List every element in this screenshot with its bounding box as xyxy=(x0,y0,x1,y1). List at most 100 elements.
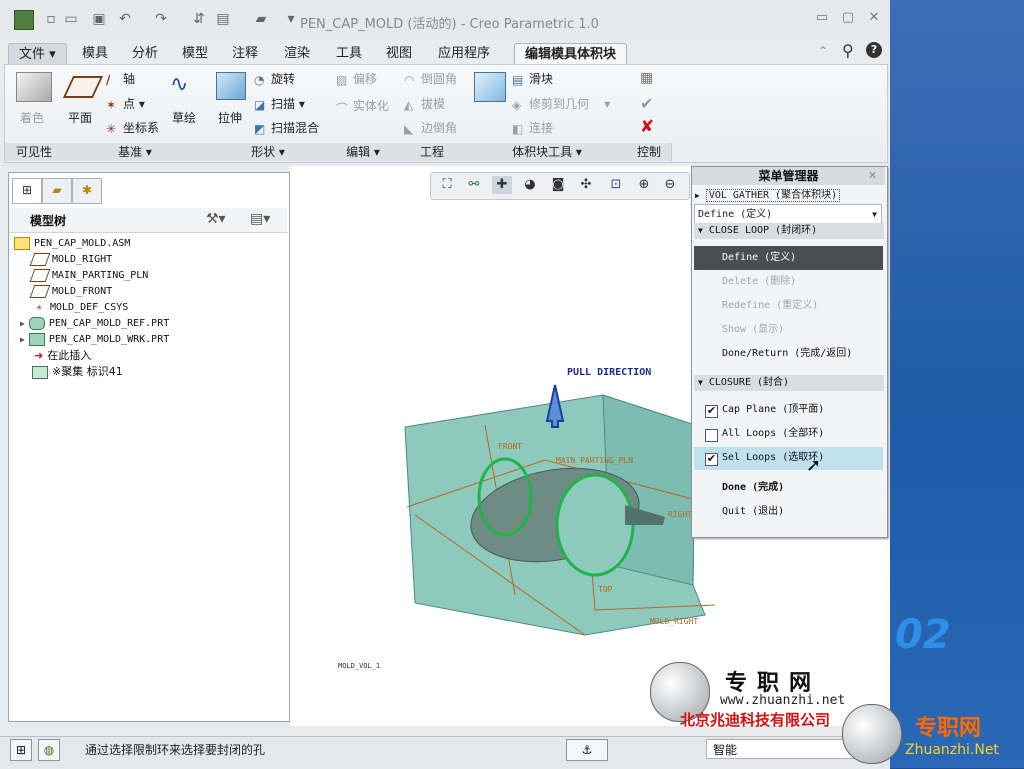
menu-define[interactable]: Define (定义) xyxy=(722,247,796,269)
regenerate-icon[interactable]: ⇵ xyxy=(190,10,208,28)
window-title: PEN_CAP_MOLD (活动的) - Creo Parametric 1.0 xyxy=(300,17,599,32)
tree-item-mold-right[interactable]: MOLD_RIGHT xyxy=(29,252,112,268)
tree-item-assembly[interactable]: PEN_CAP_MOLD.ASM xyxy=(14,236,130,252)
sweep-button[interactable]: ◪ 扫描 ▾ xyxy=(254,95,305,112)
round-button[interactable]: ◠ 倒圆角 xyxy=(404,70,457,87)
axis-button[interactable]: / 轴 xyxy=(106,70,135,87)
zoom-out-icon[interactable]: ⊖ xyxy=(660,176,680,194)
part-icon xyxy=(28,332,45,346)
navigator-toggle-icon[interactable]: ⊞ xyxy=(10,739,32,761)
sel-loops-checkbox[interactable]: ✔ xyxy=(705,453,718,466)
extrude-button[interactable]: 拉伸 xyxy=(218,109,242,126)
tab-applications[interactable]: 应用程序 xyxy=(428,43,500,64)
cap-plane-label[interactable]: Cap Plane (顶平面) xyxy=(722,399,824,421)
display-style-icon[interactable]: ◕ xyxy=(520,176,540,194)
tab-view[interactable]: 视图 xyxy=(376,43,422,64)
tab-file[interactable]: 文件 ▾ xyxy=(8,43,67,66)
tab-folder-browser[interactable]: ▰ xyxy=(42,178,72,204)
properties-icon[interactable]: ▦ xyxy=(640,70,653,86)
tab-favorites[interactable]: ✱ xyxy=(72,178,102,204)
minimize-icon[interactable]: ▭ xyxy=(812,10,832,28)
all-loops-checkbox[interactable] xyxy=(705,429,718,442)
help-icon[interactable]: ? xyxy=(866,42,882,58)
define-select[interactable]: Define (定义) ▼ xyxy=(694,204,882,224)
tree-item-wrk-part[interactable]: ▶ PEN_CAP_MOLD_WRK.PRT xyxy=(20,332,169,348)
draft-button[interactable]: ◭ 拔模 xyxy=(404,95,445,112)
expand-icon[interactable]: ▶ xyxy=(20,335,25,344)
all-loops-label[interactable]: All Loops (全部环) xyxy=(722,423,824,445)
point-button[interactable]: ✶ 点 ▾ xyxy=(106,95,145,112)
dropdown-arrow-icon: ▼ xyxy=(872,210,877,219)
shade-icon xyxy=(16,72,52,102)
vol-gather-row[interactable]: ▶ VOL GATHER (聚合体积块) xyxy=(695,186,883,206)
csys-icon: ✳ xyxy=(35,301,43,313)
datum-display-icon[interactable]: ⚯ xyxy=(464,176,484,194)
cap-plane-checkbox[interactable]: ✔ xyxy=(705,405,718,418)
tree-item-csys[interactable]: ✳ MOLD_DEF_CSYS xyxy=(32,300,128,316)
close-loop-header[interactable]: ▼ CLOSE LOOP (封闭环) xyxy=(694,223,884,239)
save-icon[interactable]: ▣ xyxy=(90,10,108,28)
plane-button[interactable]: 平面 xyxy=(68,109,92,126)
tree-item-main-parting[interactable]: MAIN_PARTING_PLN xyxy=(29,268,148,284)
expand-icon[interactable]: ▶ xyxy=(20,319,25,328)
tab-model[interactable]: 模型 xyxy=(172,43,218,64)
tree-item-insert-here[interactable]: ➜ 在此插入 xyxy=(34,348,91,364)
shade-button[interactable]: 着色 xyxy=(20,109,44,126)
revolve-button[interactable]: ◔ 旋转 xyxy=(254,70,295,87)
chamfer-button[interactable]: ◣ 边倒角 xyxy=(404,119,457,136)
spin-center-icon[interactable]: ✣ xyxy=(576,176,596,194)
trim-to-geometry-button[interactable]: ◈ 修剪到几何 ▾ xyxy=(512,95,610,112)
close-window-icon[interactable]: ✕ xyxy=(864,10,884,28)
maximize-icon[interactable]: ▢ xyxy=(838,10,858,28)
camera-icon[interactable]: ◙ xyxy=(548,176,568,194)
tree-icon: ⊞ xyxy=(21,183,33,197)
saved-views-icon[interactable]: ⛶ xyxy=(437,176,457,194)
zoom-in-icon[interactable]: ⊕ xyxy=(634,176,654,194)
plane-display-icon[interactable]: ✚ xyxy=(492,176,512,194)
tree-show-icon[interactable]: ▤▾ xyxy=(250,211,270,227)
csys-button[interactable]: ✳ 坐标系 xyxy=(106,119,159,136)
ok-check-icon[interactable]: ✔ xyxy=(640,94,653,113)
menu-show[interactable]: Show (显示) xyxy=(722,319,784,341)
undo-icon[interactable]: ↶ xyxy=(116,10,134,28)
volume-block-icon xyxy=(474,72,506,102)
solidify-icon: ⌒ xyxy=(336,101,349,116)
solidify-button[interactable]: ⌒ 实体化 xyxy=(336,97,389,116)
tab-analysis[interactable]: 分析 xyxy=(122,43,168,64)
folder-icon[interactable]: ▰ xyxy=(252,10,270,28)
menu-quit[interactable]: Quit (退出) xyxy=(722,501,784,523)
right-label: RIGHT xyxy=(668,510,693,519)
swept-blend-button[interactable]: ◩ 扫描混合 xyxy=(254,119,319,136)
customize-toolbar-icon[interactable]: ▾ xyxy=(282,10,300,28)
search-icon[interactable]: ⚲ xyxy=(842,41,854,60)
find-icon[interactable]: ⚓ xyxy=(566,739,608,761)
tree-item-ref-part[interactable]: ▶ PEN_CAP_MOLD_REF.PRT xyxy=(20,316,169,332)
new-file-icon[interactable]: ▫ xyxy=(42,10,60,28)
tab-render[interactable]: 渲染 xyxy=(274,43,320,64)
collapse-ribbon-icon[interactable]: ⌃ xyxy=(818,44,828,58)
tab-model-tree[interactable]: ⊞ xyxy=(12,178,42,204)
menu-redefine[interactable]: Redefine (重定义) xyxy=(722,295,818,317)
tree-settings-icon[interactable]: ⚒▾ xyxy=(206,211,226,227)
tab-annotate[interactable]: 注释 xyxy=(222,43,268,64)
offset-button[interactable]: ▨ 偏移 xyxy=(336,70,377,87)
join-button[interactable]: ◧ 连接 xyxy=(512,119,553,136)
tab-mold[interactable]: 模具 xyxy=(72,43,118,64)
windows-icon[interactable]: ▤ xyxy=(214,10,232,28)
closure-header[interactable]: ▼ CLOSURE (封合) xyxy=(694,375,884,391)
browser-toggle-icon[interactable]: ◍ xyxy=(38,739,60,761)
menu-done-return[interactable]: Done/Return (完成/返回) xyxy=(722,343,852,365)
tab-edit-mold-volume[interactable]: 编辑模具体积块 xyxy=(514,43,628,65)
slider-button[interactable]: ▤ 滑块 xyxy=(512,70,553,87)
tab-tools[interactable]: 工具 xyxy=(326,43,372,64)
menu-done[interactable]: Done (完成) xyxy=(722,477,784,499)
tree-item-mold-front[interactable]: MOLD_FRONT xyxy=(29,284,112,300)
tree-item-gather[interactable]: ※聚集 标识41 xyxy=(32,364,123,380)
menu-delete[interactable]: Delete (删除) xyxy=(722,271,796,293)
cancel-x-icon[interactable]: ✘ xyxy=(640,117,654,137)
menu-close-icon[interactable]: ✕ xyxy=(868,169,877,182)
refit-icon[interactable]: ⊡ xyxy=(606,176,626,194)
open-file-icon[interactable]: ▭ xyxy=(62,10,80,28)
sketch-button[interactable]: 草绘 xyxy=(172,109,196,126)
redo-icon[interactable]: ↷ xyxy=(152,10,170,28)
